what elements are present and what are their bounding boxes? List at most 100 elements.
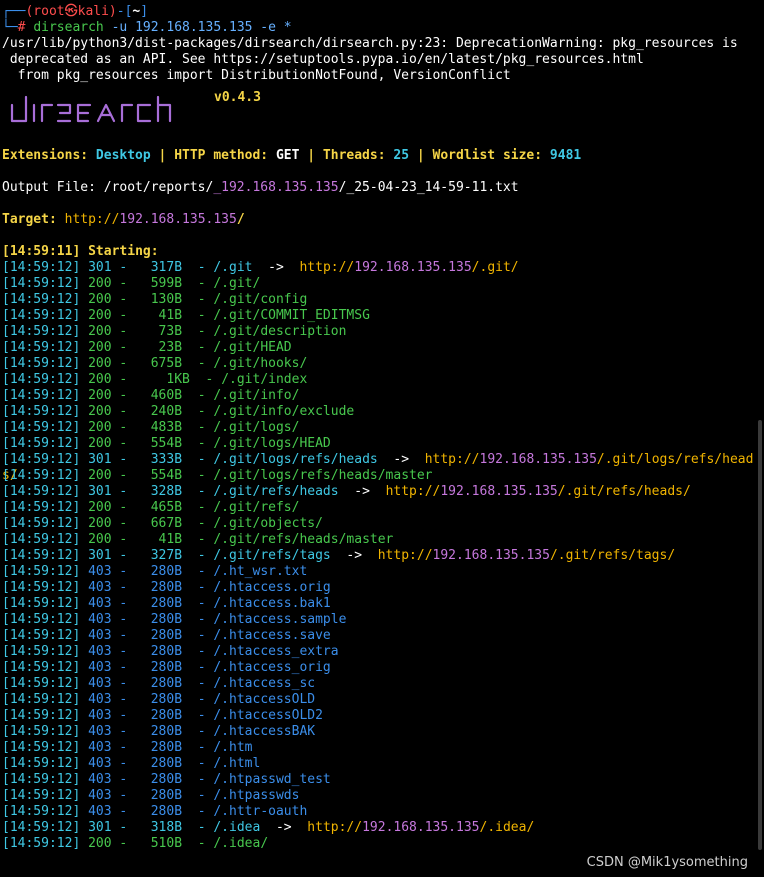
result-time: [14:59:12]	[2, 628, 81, 643]
result-time: [14:59:12]	[2, 612, 81, 627]
threads-label: Threads:	[322, 148, 394, 163]
sep: |	[150, 148, 175, 163]
warning-line-1: /usr/lib/python3/dist-packages/dirsearch…	[2, 36, 738, 51]
separator: -	[111, 660, 143, 675]
result-time: [14:59:12]	[2, 644, 81, 659]
status-code: 403	[88, 708, 112, 723]
result-time: [14:59:12]	[2, 340, 81, 355]
method-value: GET	[275, 148, 300, 163]
result-time: [14:59:12]	[2, 324, 81, 339]
result-time: [14:59:12]	[2, 804, 81, 819]
scrollbar[interactable]	[758, 420, 762, 850]
threads-value: 25	[393, 148, 410, 163]
result-path: /.idea	[213, 820, 261, 835]
result-time: [14:59:12]	[2, 676, 81, 691]
result-time: [14:59:12]	[2, 724, 81, 739]
prompt-bracket-close: ]	[140, 4, 149, 19]
result-row: [14:59:12] 200 - 599B - /.git/	[2, 276, 764, 292]
separator: -	[111, 596, 143, 611]
response-size: 280B	[142, 580, 183, 595]
response-size: 23B	[142, 340, 183, 355]
result-path: /.htaccessOLD	[213, 692, 316, 707]
redirect-path: /.git/refs/heads/	[557, 484, 691, 499]
redirect-scheme: http://	[424, 452, 480, 467]
result-path: /.htaccess.bak1	[213, 596, 331, 611]
result-path: /.git/refs/heads	[213, 484, 339, 499]
result-time: [14:59:12]	[2, 404, 81, 419]
separator: -	[182, 260, 214, 275]
separator: -	[111, 644, 143, 659]
result-row: [14:59:12] 200 - 41B - /.git/refs/heads/…	[2, 532, 764, 548]
response-size: 280B	[142, 692, 183, 707]
redirect-scheme: http://	[377, 548, 433, 563]
result-row: [14:59:12] 200 - 510B - /.idea/	[2, 836, 764, 852]
result-path: /.htaccess_sc	[213, 676, 316, 691]
redirect-scheme: http://	[385, 484, 441, 499]
result-row: [14:59:12] 403 - 280B - /.htm	[2, 740, 764, 756]
status-code: 200	[88, 468, 112, 483]
status-code: 403	[88, 644, 112, 659]
result-path: /.htaccess.orig	[213, 580, 331, 595]
response-size: 41B	[142, 532, 183, 547]
status-code: 200	[88, 404, 112, 419]
separator: -	[182, 484, 214, 499]
separator: -	[189, 372, 222, 387]
separator: -	[111, 676, 143, 691]
status-code: 403	[88, 676, 112, 691]
separator: -	[111, 292, 143, 307]
result-row: [14:59:12] 200 - 1KB - /.git/index	[2, 372, 764, 388]
result-time: [14:59:12]	[2, 596, 81, 611]
result-row: [14:59:12] 200 - 73B - /.git/description	[2, 324, 764, 340]
result-path: /.git/logs/HEAD	[213, 436, 331, 451]
separator: -	[182, 724, 214, 739]
result-path: /.git/config	[213, 292, 308, 307]
redirect-arrow: ->	[330, 548, 378, 563]
result-path: /.git/refs/heads/master	[213, 532, 394, 547]
separator: -	[182, 596, 214, 611]
separator: -	[182, 308, 214, 323]
result-time: [14:59:12]	[2, 740, 81, 755]
status-code: 403	[88, 628, 112, 643]
sep: |	[299, 148, 323, 163]
result-time: [14:59:12]	[2, 500, 81, 515]
response-size: 510B	[142, 836, 183, 851]
separator: -	[111, 724, 143, 739]
result-path: /.htaccess.save	[213, 628, 331, 643]
response-size: 328B	[142, 484, 183, 499]
separator: -	[182, 564, 214, 579]
status-code: 200	[88, 276, 112, 291]
separator: -	[111, 820, 143, 835]
result-row: [14:59:12] 403 - 280B - /.htaccessBAK	[2, 724, 764, 740]
response-size: 280B	[142, 660, 183, 675]
prompt-line-1: ┌──(root㉿kali)-[~]	[2, 4, 764, 20]
separator: -	[111, 324, 143, 339]
result-row: [14:59:12] 200 - 460B - /.git/info/	[2, 388, 764, 404]
result-path: /.htaccessOLD2	[213, 708, 323, 723]
redirect-arrow: ->	[260, 820, 308, 835]
result-time: [14:59:12]	[2, 532, 81, 547]
separator: -	[111, 372, 143, 387]
separator: -	[111, 548, 143, 563]
result-time: [14:59:12]	[2, 708, 81, 723]
response-size: 280B	[142, 804, 183, 819]
status-code: 200	[88, 420, 112, 435]
status-code: 200	[88, 324, 112, 339]
result-time: [14:59:12]	[2, 260, 81, 275]
result-row: [14:59:12] 200 - 554B - /.git/logs/refs/…	[2, 468, 764, 484]
response-size: 280B	[142, 788, 183, 803]
result-path: /.git/refs/	[213, 500, 300, 515]
separator: -	[182, 532, 214, 547]
extensions-value: Desktop	[95, 148, 151, 163]
status-code: 403	[88, 612, 112, 627]
separator: -	[182, 324, 214, 339]
result-time: [14:59:12]	[2, 276, 81, 291]
status-code: 200	[88, 388, 112, 403]
redirect-host: 192.168.135.135	[440, 484, 558, 499]
prompt-line-2[interactable]: └─# dirsearch -u 192.168.135.135 -e *	[2, 20, 764, 36]
result-time: [14:59:12]	[2, 308, 81, 323]
terminal[interactable]: ┌──(root㉿kali)-[~] └─# dirsearch -u 192.…	[0, 0, 764, 877]
status-code: 200	[88, 340, 112, 355]
result-row: [14:59:12] 301 - 327B - /.git/refs/tags …	[2, 548, 764, 564]
